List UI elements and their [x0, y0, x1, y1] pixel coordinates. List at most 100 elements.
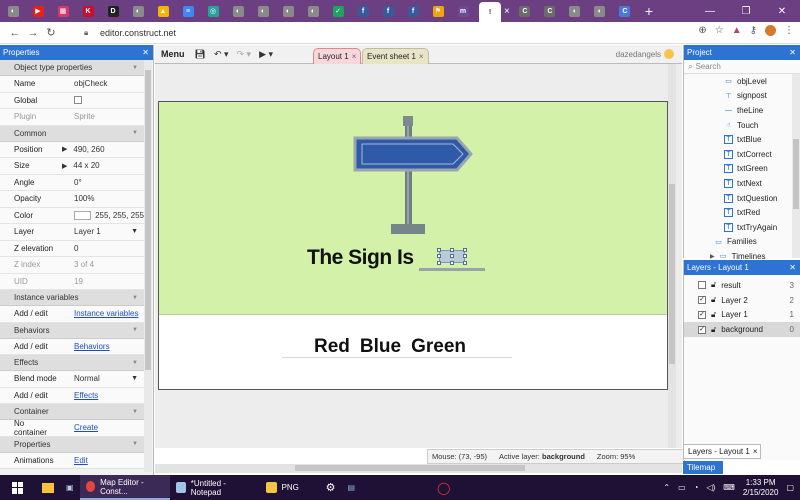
browser-tab[interactable]: ◐ — [229, 3, 247, 19]
project-tree-item[interactable]: TtxtCorrect — [684, 147, 800, 162]
keyboard-icon[interactable]: ⌨ — [723, 483, 735, 492]
lock-icon[interactable]: 🔓︎ — [711, 280, 716, 290]
taskbar-app[interactable]: PNG — [260, 475, 320, 500]
property-link[interactable]: Behaviors — [74, 342, 110, 351]
tab-layout-1[interactable]: Layout 1 × — [313, 48, 362, 64]
property-value[interactable]: Layer 1 — [74, 227, 101, 236]
lock-icon[interactable]: 🔓︎ — [711, 295, 716, 305]
signpost-sprite[interactable] — [351, 116, 475, 236]
project-tree-item[interactable]: ⊤ signpost — [684, 89, 800, 104]
user-account[interactable]: dazedangels — [616, 49, 674, 59]
project-scrollbar[interactable] — [792, 74, 800, 258]
close-icon[interactable]: × — [352, 52, 357, 61]
browser-tab[interactable]: C — [616, 3, 634, 19]
close-icon[interactable]: ✕ — [142, 48, 149, 57]
browser-tab[interactable]: f — [379, 3, 397, 19]
browser-tab[interactable]: ◐ — [279, 3, 297, 19]
project-tree-item[interactable]: TtxtRed — [684, 205, 800, 220]
project-tree-item[interactable]: ▭ objLevel — [684, 74, 800, 89]
browser-tab[interactable]: ◐ — [591, 3, 609, 19]
lock-icon[interactable]: 🔓︎ — [711, 325, 716, 335]
browser-tab[interactable]: ≡ — [179, 3, 197, 19]
volume-icon[interactable]: ◁) — [706, 483, 715, 492]
chevron-down-icon[interactable]: ▼ — [131, 375, 138, 382]
browser-tab[interactable]: ◐ — [254, 3, 272, 19]
lock-icon[interactable]: 🔓︎ — [711, 310, 716, 320]
property-link[interactable]: Edit — [74, 456, 88, 465]
taskbar-app[interactable]: Map Editor - Const... — [79, 475, 170, 500]
layer-row[interactable]: ✓ 🔓︎ Layer 2 2 — [684, 293, 800, 308]
battery-icon[interactable]: ▭ — [678, 483, 686, 492]
browser-tab[interactable]: f — [404, 3, 422, 19]
browser-tab[interactable]: f — [354, 3, 372, 19]
property-link[interactable]: Instance variables — [74, 309, 138, 318]
layer-visibility-checkbox[interactable]: ✓ — [698, 296, 706, 305]
browser-tab[interactable]: ▦ — [54, 3, 72, 19]
undo-icon[interactable]: ↶ ▾ — [210, 49, 233, 60]
property-value[interactable]: 100% — [74, 194, 94, 203]
close-tab-icon[interactable]: × — [504, 6, 510, 17]
menu-button[interactable]: Menu — [155, 49, 191, 59]
objcheck-selected-sprite[interactable] — [437, 248, 467, 265]
action-center-icon[interactable] — [36, 475, 60, 500]
expand-arrow-icon[interactable]: ▶ — [62, 162, 67, 170]
property-section[interactable]: Behaviors ▼ — [0, 322, 144, 339]
save-icon[interactable]: 💾︎ — [191, 49, 210, 60]
install-icon[interactable]: ⊕ — [698, 25, 706, 36]
browser-tab[interactable]: ✓ — [329, 3, 347, 19]
layer-visibility-checkbox[interactable]: ✓ — [698, 310, 706, 319]
browser-tab[interactable]: ▲ — [154, 3, 172, 19]
layer-row[interactable]: ✓ 🔓︎ Layer 1 1 — [684, 308, 800, 323]
choice-red[interactable]: Red — [314, 336, 350, 358]
browser-tab[interactable]: ◐ — [304, 3, 322, 19]
more-menu-icon[interactable]: ⋮ — [784, 25, 794, 36]
project-tree-item[interactable]: ☝ Touch — [684, 118, 800, 133]
sign-question-text[interactable]: The Sign Is — [307, 246, 414, 270]
url-field[interactable]: 🔒︎ editor.construct.net — [84, 25, 654, 41]
project-search-field[interactable]: ⌕ Search — [684, 60, 800, 74]
color-swatch[interactable] — [74, 210, 92, 220]
browser-tab[interactable]: ⚑ — [429, 3, 447, 19]
property-value[interactable]: objCheck — [74, 79, 107, 88]
property-section[interactable]: Effects ▼ — [0, 355, 144, 371]
project-tree-item[interactable]: ▭ Families — [684, 235, 800, 250]
close-icon[interactable]: ✕ — [789, 48, 796, 57]
chevron-up-icon[interactable]: ⌃ — [663, 483, 670, 492]
browser-tab[interactable]: D — [104, 3, 122, 19]
restore-button[interactable]: ❐ — [728, 0, 764, 22]
redo-icon[interactable]: ↷ ▾ — [233, 49, 256, 60]
project-tree-item[interactable]: TtxtNext — [684, 176, 800, 191]
layer-visibility-checkbox[interactable]: ✓ — [698, 325, 706, 334]
start-button[interactable] — [0, 475, 36, 500]
opera-icon[interactable]: ◯ — [431, 475, 456, 500]
layer-row[interactable]: ✓ 🔓︎ background 0 — [684, 322, 800, 338]
tilemap-tab[interactable]: Tilemap — [683, 461, 723, 474]
property-value[interactable]: 0 — [74, 244, 78, 253]
property-section[interactable]: Properties ▼ — [0, 436, 144, 453]
property-section[interactable]: Object type properties ▼ — [0, 60, 144, 76]
property-section[interactable]: Instance variables ▼ — [0, 290, 144, 306]
preview-play-icon[interactable]: ▶ ▾ — [255, 49, 277, 60]
project-tree-item[interactable]: TtxtBlue — [684, 132, 800, 147]
back-icon[interactable]: ← — [6, 27, 24, 39]
reload-icon[interactable]: ↻ — [42, 26, 60, 39]
browser-tab[interactable]: ◎ — [204, 3, 222, 19]
active-browser-tab[interactable]: ! — [479, 2, 501, 22]
settings-gear-icon[interactable]: ⚙ — [320, 475, 342, 500]
editor-vertical-scrollbar[interactable] — [668, 64, 676, 448]
minimize-button[interactable]: — — [692, 0, 728, 22]
browser-tab[interactable]: ▶ — [29, 3, 47, 19]
properties-scrollbar[interactable] — [144, 60, 152, 472]
expand-arrow-icon[interactable]: ▶ — [710, 253, 715, 260]
layout-editor[interactable]: The Sign Is Red Blue Green Mouse: (73, -… — [155, 64, 685, 464]
project-tree-item[interactable]: TtxtGreen — [684, 162, 800, 177]
close-icon[interactable]: ✕ — [789, 263, 796, 272]
tab-event-sheet-1[interactable]: Event sheet 1 × — [362, 48, 429, 64]
answer-line[interactable] — [419, 268, 485, 271]
browser-tab[interactable]: C — [541, 3, 559, 19]
browser-tab[interactable]: ◐ — [566, 3, 584, 19]
browser-tab[interactable]: C — [516, 3, 534, 19]
forward-icon[interactable]: → — [24, 27, 42, 39]
property-value[interactable]: 44 x 20 — [73, 161, 99, 170]
choice-green[interactable]: Green — [411, 336, 466, 358]
